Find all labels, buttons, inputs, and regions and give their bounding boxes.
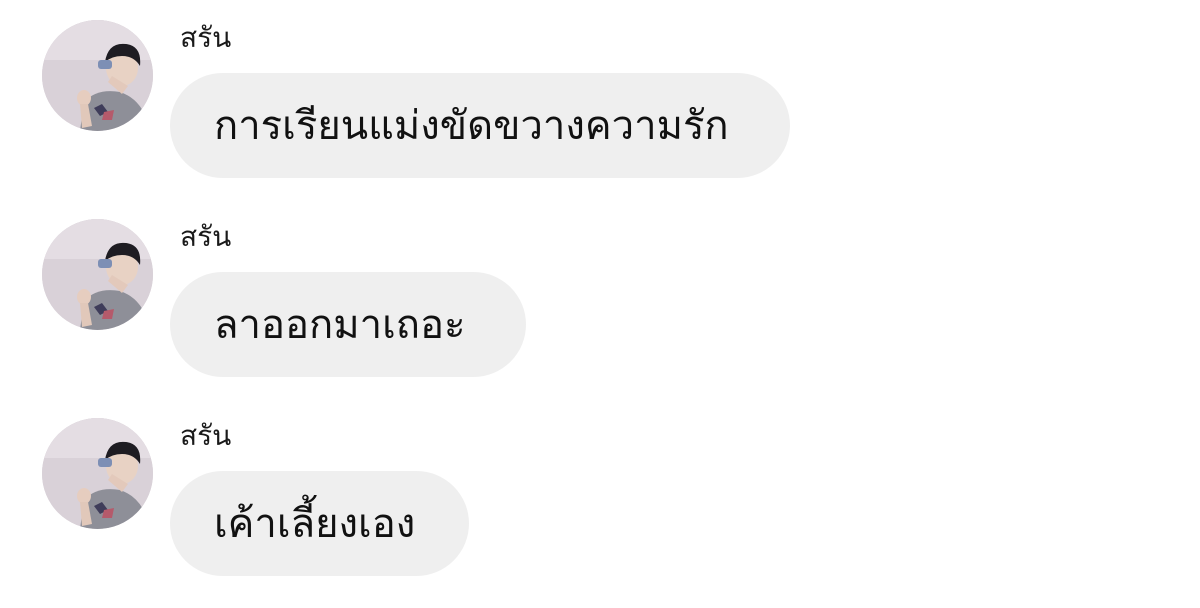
sender-name: สรัน (180, 419, 232, 452)
message-text: เค้าเลี้ยงเอง (214, 500, 416, 547)
message-row: สรัน การเรียนแม่งขัดขวางความรัก (0, 0, 1200, 178)
message-row: สรัน เค้าเลี้ยงเอง (0, 398, 1200, 576)
message-bubble[interactable]: การเรียนแม่งขัดขวางความรัก (170, 73, 790, 178)
sender-name: สรัน (180, 21, 232, 54)
message-bubble[interactable]: ลาออกมาเถอะ (170, 272, 526, 377)
message-bubble[interactable]: เค้าเลี้ยงเอง (170, 471, 469, 576)
avatar-photo-icon (42, 219, 153, 330)
message-text: ลาออกมาเถอะ (214, 301, 466, 348)
avatar[interactable] (42, 219, 153, 330)
avatar[interactable] (42, 418, 153, 529)
message-text: การเรียนแม่งขัดขวางความรัก (214, 102, 729, 149)
avatar-photo-icon (42, 418, 153, 529)
message-row: สรัน ลาออกมาเถอะ (0, 199, 1200, 377)
avatar-photo-icon (42, 20, 153, 131)
sender-name: สรัน (180, 220, 232, 253)
avatar[interactable] (42, 20, 153, 131)
